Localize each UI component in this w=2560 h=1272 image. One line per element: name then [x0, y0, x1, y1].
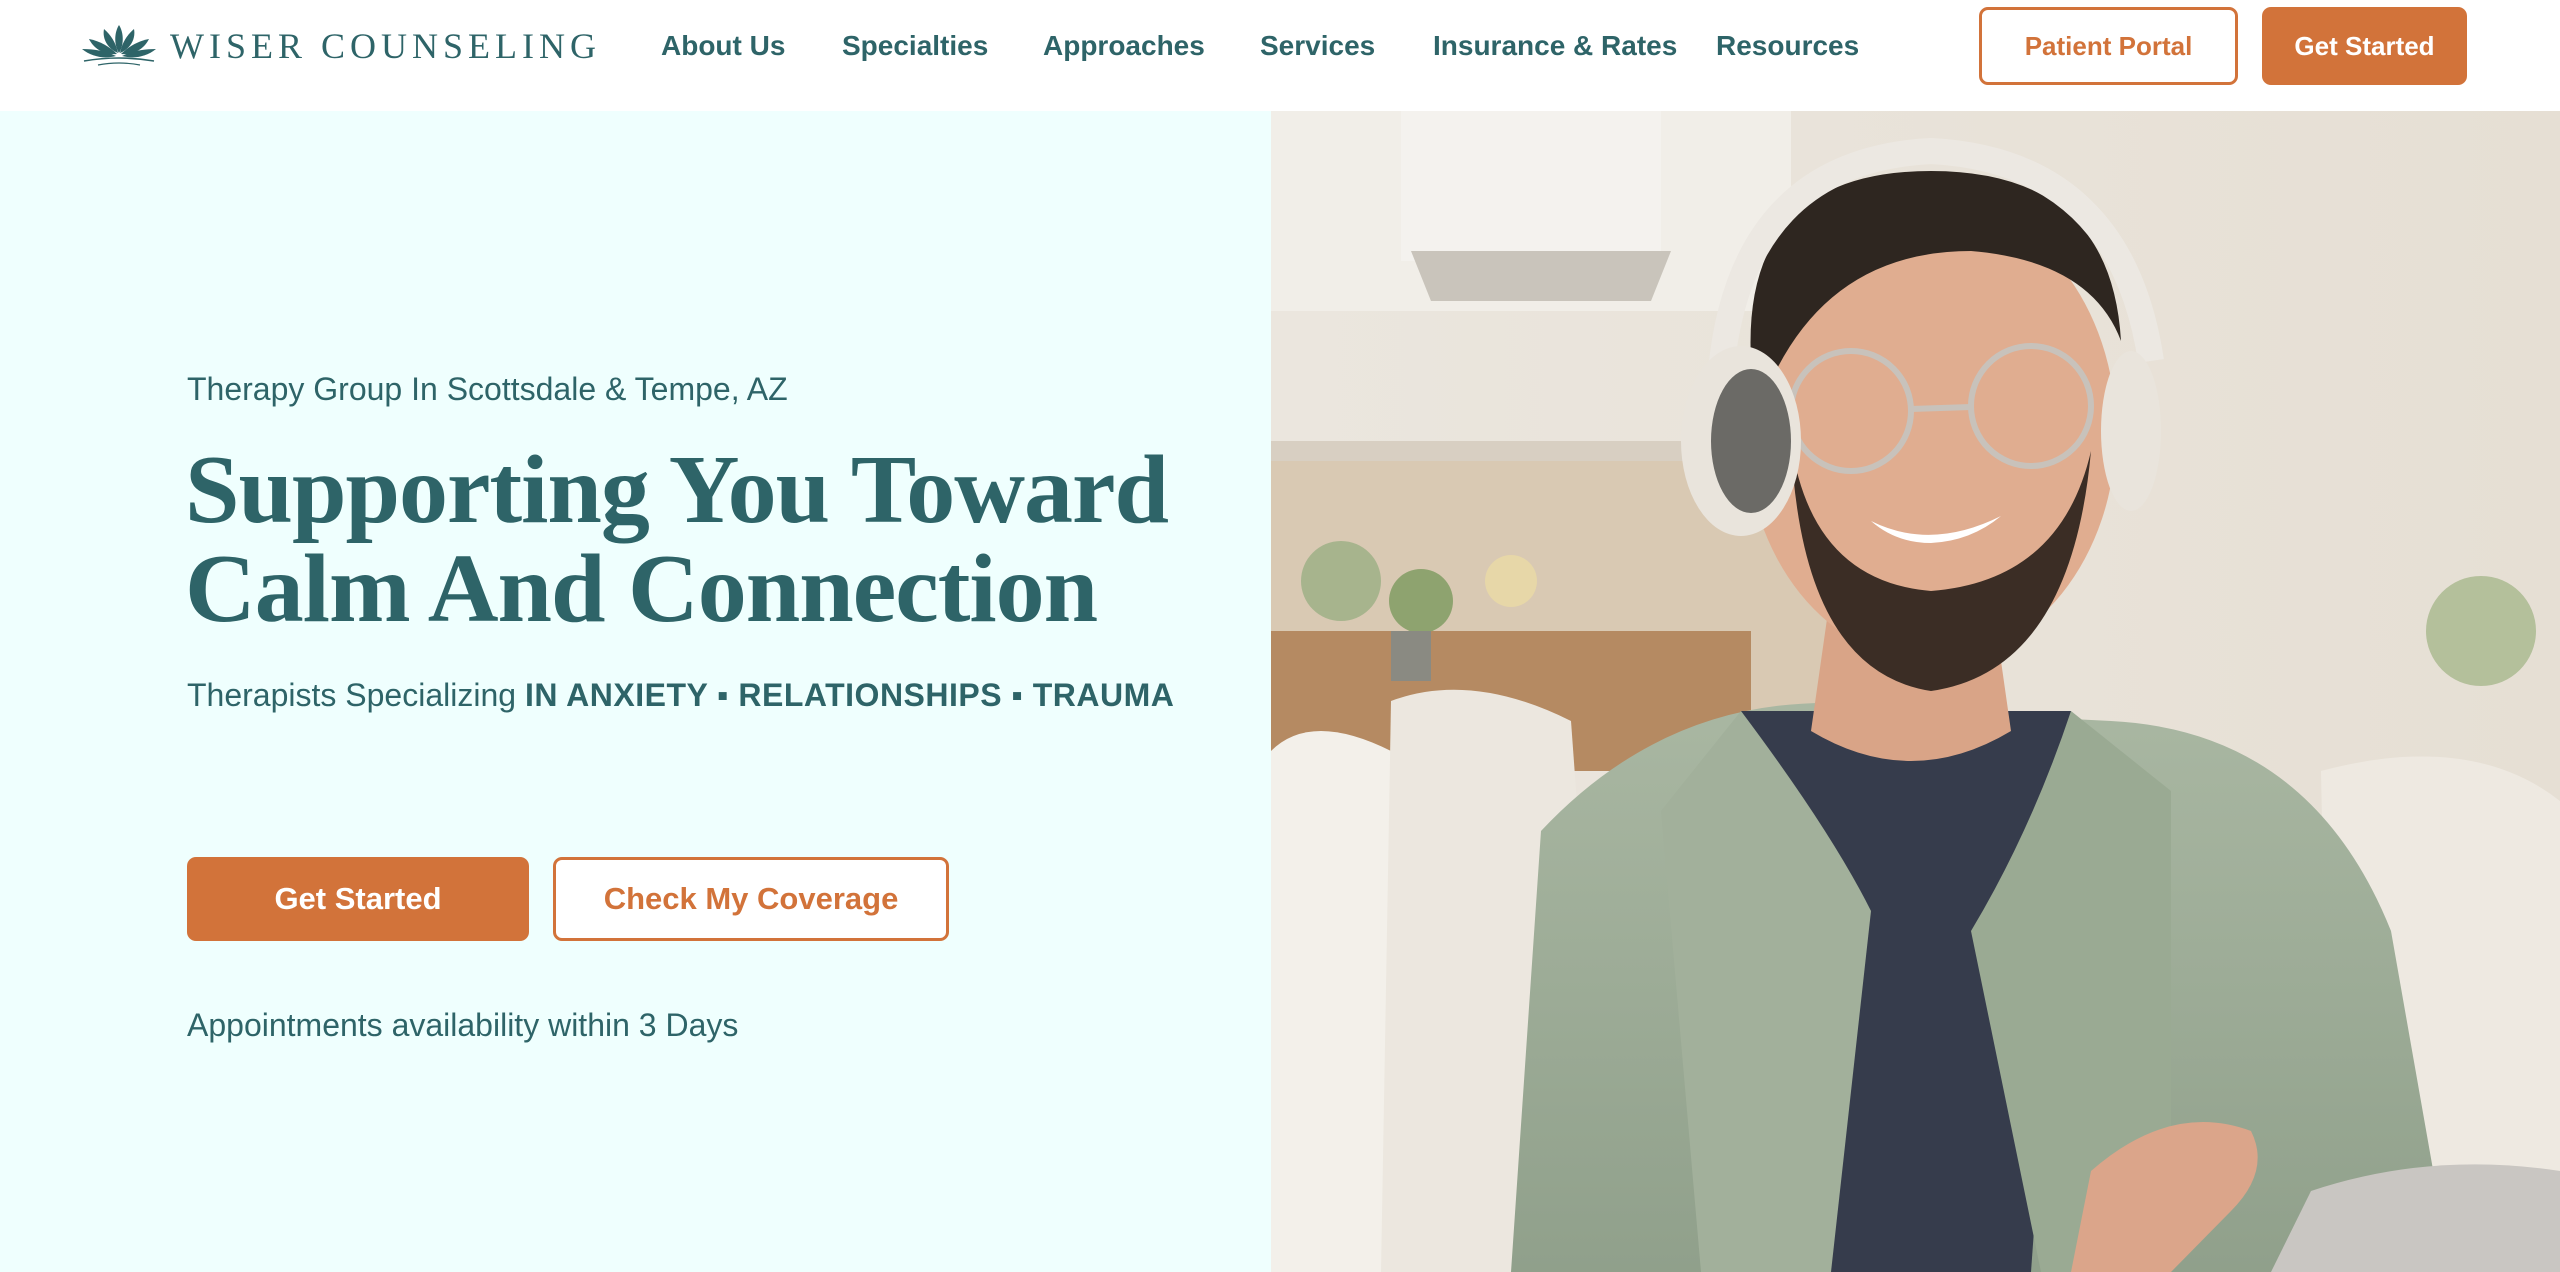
nav-resources[interactable]: Resources [1716, 0, 1859, 92]
hero-headline-line-1: Supporting You Toward [185, 436, 1169, 544]
hero-photo-illustration [1271, 111, 2560, 1272]
nav-approaches[interactable]: Approaches [1043, 0, 1205, 92]
patient-portal-button[interactable]: Patient Portal [1979, 7, 2238, 85]
nav-about-us[interactable]: About Us [661, 0, 785, 92]
nav-insurance-rates[interactable]: Insurance & Rates [1433, 0, 1677, 92]
hero-specialties: Therapists Specializing IN ANXIETY ▪ REL… [187, 677, 1174, 714]
availability-note: Appointments availability within 3 Days [187, 1007, 739, 1043]
header-get-started-button[interactable]: Get Started [2262, 7, 2467, 85]
hero-headline-line-2: Calm And Connection [185, 535, 1098, 643]
hero-eyebrow: Therapy Group In Scottsdale & Tempe, AZ [187, 371, 788, 407]
site-header: WISER COUNSELING About Us Specialties Ap… [0, 0, 2560, 111]
brand-name: WISER COUNSELING [170, 26, 601, 66]
specialties-topics: IN ANXIETY ▪ RELATIONSHIPS ▪ TRAUMA [524, 677, 1175, 713]
nav-services[interactable]: Services [1260, 0, 1375, 92]
lotus-icon [82, 25, 156, 66]
nav-specialties[interactable]: Specialties [842, 0, 988, 92]
specialties-prefix: Therapists Specializing [187, 677, 517, 713]
site-logo[interactable]: WISER COUNSELING [78, 18, 601, 74]
hero-headline: Supporting You Toward Calm And Connectio… [185, 441, 1245, 639]
check-coverage-button[interactable]: Check My Coverage [553, 857, 949, 941]
hero-photo [1271, 111, 2560, 1272]
hero-content: Therapy Group In Scottsdale & Tempe, AZ … [0, 111, 1271, 1272]
hero-get-started-button[interactable]: Get Started [187, 857, 529, 941]
